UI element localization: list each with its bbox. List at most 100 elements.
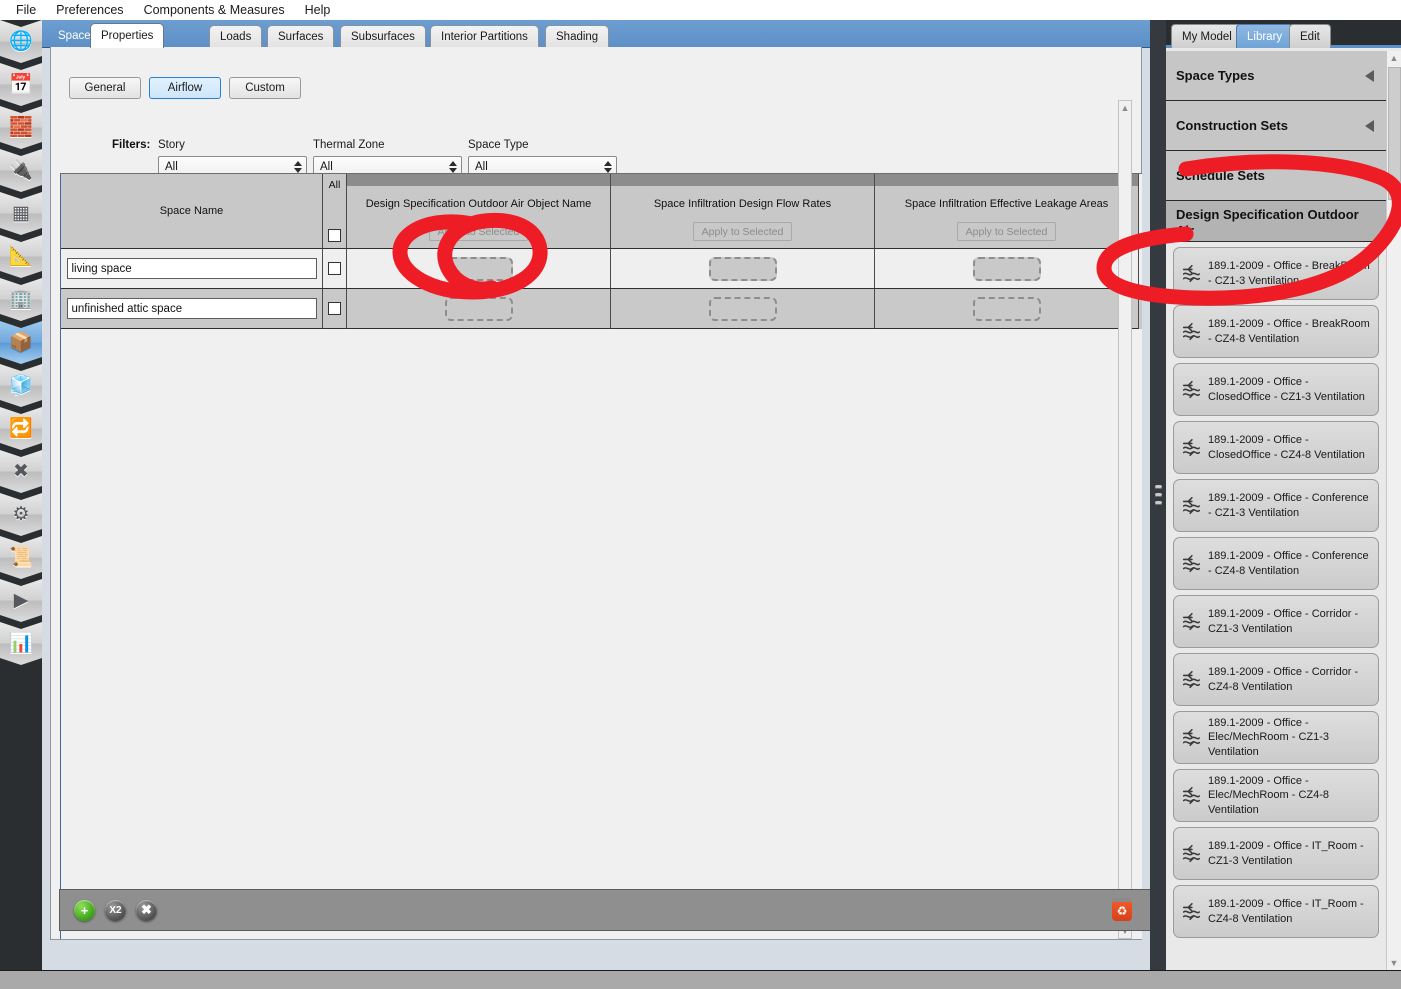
library-section-design-spec-outdoor-air[interactable]: Design Specification Outdoor Air: [1166, 201, 1386, 242]
rail-item-run-simulation[interactable]: ▶: [0, 579, 42, 622]
ventilation-icon: [1182, 786, 1201, 804]
rail-item-schedules[interactable]: 📅: [0, 63, 42, 106]
tab-properties[interactable]: Properties: [90, 23, 165, 48]
grid-header-effective-leakage-areas: Space Infiltration Effective Leakage Are…: [875, 174, 1139, 249]
panel-splitter[interactable]: [1150, 20, 1166, 970]
tab-interior-partitions[interactable]: Interior Partitions: [430, 25, 539, 48]
subtab-custom[interactable]: Custom: [229, 77, 301, 99]
schedules-icon: 📅: [9, 74, 33, 95]
cell-space-name: [61, 289, 323, 329]
scroll-up-icon[interactable]: ▲: [1119, 101, 1131, 115]
grid-header-design-flow-rates: Space Infiltration Design Flow Rates App…: [611, 174, 875, 249]
list-item[interactable]: 189.1-2009 - Office - BreakRoom - CZ1-3 …: [1173, 247, 1379, 300]
filter-thermal-zone-value: All: [320, 160, 333, 173]
outdoor-air-drop-target[interactable]: [444, 296, 513, 321]
list-item[interactable]: 189.1-2009 - Office - Corridor - CZ4-8 V…: [1173, 653, 1379, 706]
library-section-space-types[interactable]: Space Types: [1166, 51, 1386, 101]
spaces-icon: 📦: [9, 332, 33, 353]
rail-item-variables[interactable]: ⚙: [0, 493, 42, 536]
library-section-schedule-sets[interactable]: Schedule Sets: [1166, 151, 1386, 201]
subtab-airflow[interactable]: Airflow: [149, 77, 221, 99]
rail-item-site[interactable]: 🌐: [0, 20, 42, 63]
tab-loads[interactable]: Loads: [209, 25, 263, 48]
rail-item-refrigeration[interactable]: ✖: [0, 450, 42, 493]
list-item-label: 189.1-2009 - Office - ClosedOffice - CZ1…: [1208, 376, 1365, 403]
scrollbar-thumb[interactable]: [1388, 67, 1401, 200]
apply-to-selected-outdoor-air[interactable]: Apply to Selected: [429, 222, 528, 241]
menu-help[interactable]: Help: [295, 1, 341, 19]
tab-library[interactable]: Library: [1236, 24, 1294, 48]
filter-thermal-zone: Thermal Zone All: [313, 139, 462, 177]
row-checkbox[interactable]: [328, 262, 341, 275]
list-item[interactable]: 189.1-2009 - Office - IT_Room - CZ4-8 Ve…: [1173, 885, 1379, 938]
space-name-input[interactable]: [66, 258, 317, 279]
filter-story-label: Story: [158, 139, 185, 151]
remove-object-button[interactable]: ✖: [136, 899, 157, 921]
property-mode-switcher: General Airflow Custom: [69, 77, 301, 99]
splitter-grip-icon: [1154, 485, 1162, 505]
tab-edit[interactable]: Edit: [1289, 24, 1331, 48]
row-checkbox[interactable]: [328, 302, 341, 315]
cell-outdoor-air: [347, 289, 611, 329]
list-item[interactable]: 189.1-2009 - Office - ClosedOffice - CZ4…: [1173, 421, 1379, 474]
select-all-checkbox[interactable]: [328, 229, 341, 242]
subtab-general[interactable]: General: [69, 77, 141, 99]
scroll-down-icon[interactable]: ▼: [1388, 956, 1400, 970]
tab-subsurfaces[interactable]: Subsurfaces: [340, 25, 426, 48]
list-item[interactable]: 189.1-2009 - Office - ClosedOffice - CZ1…: [1173, 363, 1379, 416]
list-item[interactable]: 189.1-2009 - Office - Conference - CZ4-8…: [1173, 537, 1379, 590]
space-name-input[interactable]: [66, 298, 317, 319]
ventilation-icon: [1182, 438, 1201, 456]
library-vertical-scrollbar[interactable]: ▲ ▼: [1386, 51, 1401, 970]
list-item[interactable]: 189.1-2009 - Office - Elec/MechRoom - CZ…: [1173, 711, 1379, 764]
tab-shading[interactable]: Shading: [545, 25, 610, 48]
apply-to-selected-effective-leakage-areas[interactable]: Apply to Selected: [957, 222, 1056, 241]
rail-item-results-summary[interactable]: 📊: [0, 622, 42, 665]
cell-design-flow-rates: [611, 249, 875, 289]
grid-header-all: All: [323, 174, 347, 249]
list-item[interactable]: 189.1-2009 - Office - IT_Room - CZ1-3 Ve…: [1173, 827, 1379, 880]
list-item[interactable]: 189.1-2009 - Office - Elec/MechRoom - CZ…: [1173, 769, 1379, 822]
trash-drop-target[interactable]: ♻: [1112, 898, 1132, 922]
library-section-construction-sets[interactable]: Construction Sets: [1166, 101, 1386, 151]
effective-leakage-areas-drop-target[interactable]: [972, 296, 1041, 321]
menu-components-measures[interactable]: Components & Measures: [134, 1, 295, 19]
rail-item-building-stories[interactable]: 📐: [0, 235, 42, 278]
table-row: [61, 289, 1142, 329]
filter-story-value: All: [165, 160, 178, 173]
outdoor-air-drop-target[interactable]: [444, 256, 513, 281]
list-item[interactable]: 189.1-2009 - Office - BreakRoom - CZ4-8 …: [1173, 305, 1379, 358]
duplicate-object-button[interactable]: X2: [105, 899, 126, 921]
list-item[interactable]: 189.1-2009 - Office - Conference - CZ1-3…: [1173, 479, 1379, 532]
rail-item-thermal-zones[interactable]: 🧊: [0, 364, 42, 407]
rail-item-simulation-settings[interactable]: 📜: [0, 536, 42, 579]
gear-icon: ⚙: [12, 504, 30, 525]
scroll-up-icon[interactable]: ▲: [1388, 51, 1400, 65]
menu-file[interactable]: File: [6, 1, 46, 19]
add-object-button[interactable]: +: [74, 899, 95, 921]
grid-vertical-scrollbar[interactable]: ▲ ▼: [1118, 100, 1132, 939]
rail-item-spaces[interactable]: 📦: [0, 321, 42, 364]
menu-preferences[interactable]: Preferences: [46, 1, 133, 19]
rail-item-facility[interactable]: 🏢: [0, 278, 42, 321]
filter-space-type-value: All: [475, 160, 488, 173]
ventilation-icon: [1182, 264, 1201, 282]
grid-header-row: Space Name All Design Specification Outd…: [61, 174, 1142, 249]
library-section-space-types-label: Space Types: [1176, 68, 1255, 83]
tab-surfaces[interactable]: Surfaces: [267, 25, 335, 48]
apply-to-selected-design-flow-rates[interactable]: Apply to Selected: [693, 222, 792, 241]
ventilation-icon: [1182, 554, 1201, 572]
rail-item-hvac-systems[interactable]: 🔁: [0, 407, 42, 450]
rail-item-space-types[interactable]: ▦: [0, 192, 42, 235]
rail-item-loads[interactable]: 🔌: [0, 149, 42, 192]
list-item-label: 189.1-2009 - Office - BreakRoom - CZ1-3 …: [1208, 260, 1370, 287]
rail-item-constructions[interactable]: 🧱: [0, 106, 42, 149]
design-flow-rates-drop-target[interactable]: [708, 296, 777, 321]
tab-my-model[interactable]: My Model: [1171, 24, 1243, 48]
library-section-schedule-sets-label: Schedule Sets: [1176, 168, 1265, 183]
cell-effective-leakage-areas: [875, 289, 1139, 329]
design-flow-rates-drop-target[interactable]: [708, 256, 777, 281]
list-item[interactable]: 189.1-2009 - Office - Corridor - CZ1-3 V…: [1173, 595, 1379, 648]
loop-arrows-icon: 🔁: [9, 418, 33, 439]
effective-leakage-areas-drop-target[interactable]: [972, 256, 1041, 281]
